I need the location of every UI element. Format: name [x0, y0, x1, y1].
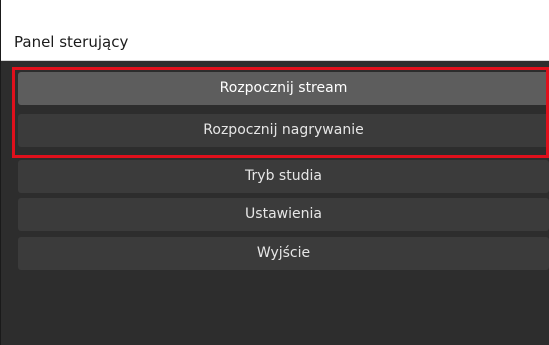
start-stream-button[interactable]: Rozpocznij stream [18, 72, 549, 105]
exit-button[interactable]: Wyjście [18, 237, 549, 270]
start-recording-button[interactable]: Rozpocznij nagrywanie [18, 114, 549, 147]
dock-title-bar[interactable]: Panel sterujący [1, 0, 549, 61]
controls-dock: Panel sterujący Rozpocznij stream Rozpoc… [0, 0, 549, 345]
settings-button[interactable]: Ustawienia [18, 198, 549, 231]
dock-title: Panel sterujący [14, 33, 129, 51]
studio-mode-button[interactable]: Tryb studia [18, 160, 549, 193]
